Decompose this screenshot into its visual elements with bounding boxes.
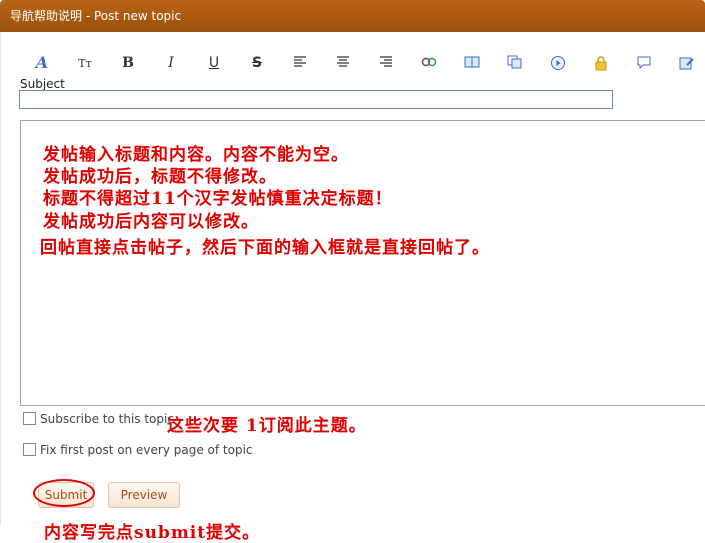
italic-button[interactable]: I: [159, 50, 183, 76]
underline-button[interactable]: U: [202, 50, 226, 76]
copy-button[interactable]: [503, 50, 527, 76]
editor-toolbar: A Tт B I U S: [30, 50, 705, 78]
font-style-button[interactable]: A: [30, 50, 54, 76]
fix-first-post-option[interactable]: Fix first post on every page of topic: [23, 443, 253, 457]
align-center-button[interactable]: [331, 50, 355, 76]
subscribe-annotation: 这些次要 1订阅此主题。: [167, 416, 367, 436]
edit-icon: [679, 57, 694, 70]
subject-input[interactable]: [19, 90, 613, 109]
copy-icon: [507, 55, 522, 69]
fix-first-post-label: Fix first post on every page of topic: [40, 443, 253, 457]
strikethrough-icon: S: [251, 55, 263, 71]
link-button[interactable]: [417, 50, 441, 76]
lock-button[interactable]: [589, 50, 613, 76]
book-button[interactable]: [460, 50, 484, 76]
subscribe-checkbox[interactable]: [23, 412, 36, 425]
annotation-line-3: 标题不得超过11个汉字发帖慎重决定标题！: [43, 189, 393, 209]
bold-button[interactable]: B: [116, 50, 140, 76]
underline-icon: U: [208, 55, 220, 71]
subscribe-label: Subscribe to this topic: [40, 412, 174, 426]
window-title-bar: 导航帮助说明 - Post new topic: [0, 0, 705, 32]
bold-icon: B: [122, 55, 134, 71]
font-size-icon: Tт: [78, 57, 92, 70]
annotation-line-5: 回帖直接点击帖子，然后下面的输入框就是直接回帖了。: [40, 238, 490, 258]
window-title: 导航帮助说明 - Post new topic: [10, 9, 182, 23]
align-left-button[interactable]: [288, 50, 312, 76]
book-icon: [464, 56, 480, 68]
font-style-icon: A: [35, 53, 49, 72]
submit-annotation: 内容写完点submit提交。: [44, 523, 261, 543]
edit-button[interactable]: [675, 50, 699, 76]
link-icon: [421, 57, 437, 67]
comment-icon: [637, 56, 651, 70]
subscribe-option[interactable]: Subscribe to this topic: [23, 412, 174, 426]
align-center-icon: [337, 56, 349, 67]
strikethrough-button[interactable]: S: [245, 50, 269, 76]
preview-button[interactable]: Preview: [108, 482, 180, 508]
media-play-icon: [551, 56, 565, 70]
font-size-button[interactable]: Tт: [73, 50, 97, 76]
submit-highlight-circle: [33, 479, 95, 507]
subject-label: Subject: [20, 77, 65, 91]
comment-button[interactable]: [632, 50, 656, 76]
align-right-button[interactable]: [374, 50, 398, 76]
align-right-icon: [380, 56, 392, 67]
annotation-line-4: 发帖成功后内容可以修改。: [43, 212, 259, 232]
media-play-button[interactable]: [546, 50, 570, 76]
lock-icon: [595, 56, 607, 71]
align-left-icon: [294, 56, 306, 67]
italic-icon: I: [168, 55, 174, 71]
fix-first-post-checkbox[interactable]: [23, 443, 36, 456]
